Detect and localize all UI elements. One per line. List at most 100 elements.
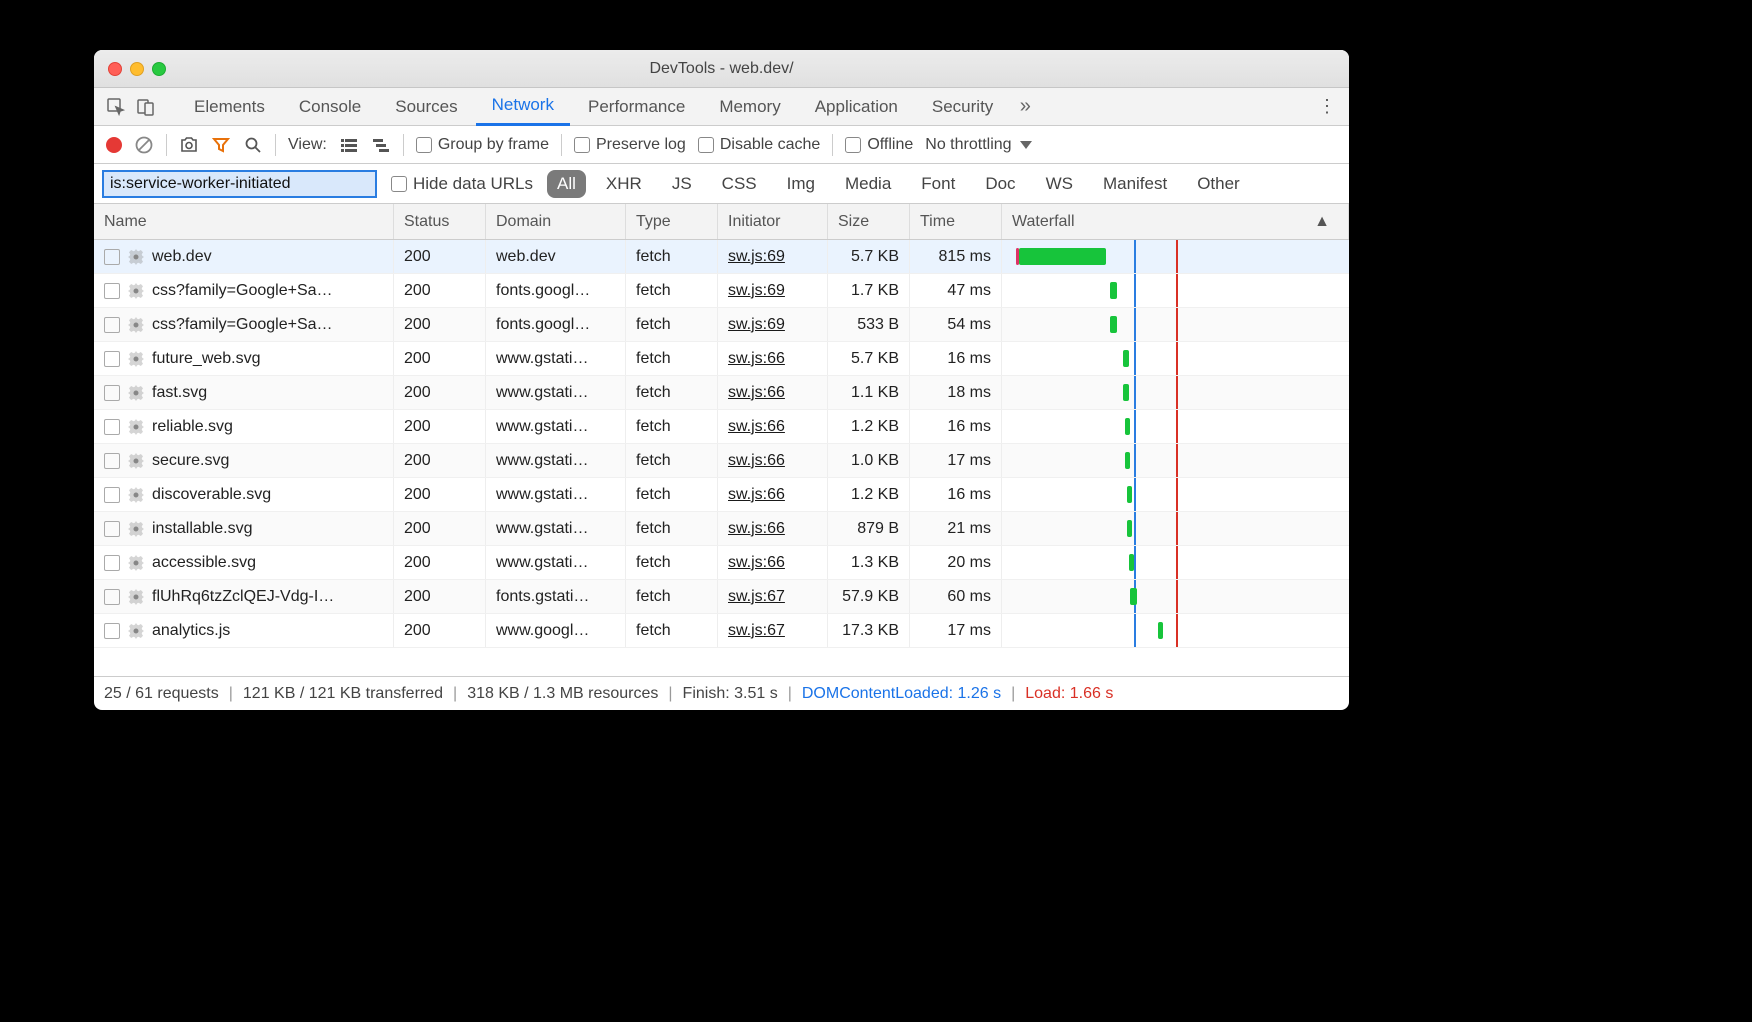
table-row[interactable]: secure.svg 200 www.gstati… fetch sw.js:6… bbox=[94, 444, 1349, 478]
filter-toggle-icon[interactable] bbox=[211, 135, 231, 155]
cell-name: analytics.js bbox=[94, 614, 394, 647]
disable-cache-checkbox[interactable]: Disable cache bbox=[698, 136, 821, 154]
row-checkbox[interactable] bbox=[104, 555, 120, 571]
panel-tab-elements[interactable]: Elements bbox=[178, 88, 281, 126]
preserve-log-checkbox[interactable]: Preserve log bbox=[574, 136, 686, 154]
row-checkbox[interactable] bbox=[104, 385, 120, 401]
initiator-link[interactable]: sw.js:66 bbox=[728, 452, 785, 470]
window-title: DevTools - web.dev/ bbox=[94, 60, 1349, 78]
filter-type-other[interactable]: Other bbox=[1187, 170, 1250, 198]
filter-type-doc[interactable]: Doc bbox=[975, 170, 1025, 198]
offline-checkbox[interactable]: Offline bbox=[845, 136, 913, 154]
cell-status: 200 bbox=[394, 580, 486, 613]
filter-type-img[interactable]: Img bbox=[777, 170, 825, 198]
cell-type: fetch bbox=[626, 478, 718, 511]
panel-tab-application[interactable]: Application bbox=[799, 88, 914, 126]
row-checkbox[interactable] bbox=[104, 623, 120, 639]
hide-data-urls-checkbox[interactable]: Hide data URLs bbox=[391, 174, 533, 194]
row-checkbox[interactable] bbox=[104, 487, 120, 503]
row-checkbox[interactable] bbox=[104, 521, 120, 537]
initiator-link[interactable]: sw.js:69 bbox=[728, 248, 785, 266]
filter-type-xhr[interactable]: XHR bbox=[596, 170, 652, 198]
waterfall-cell bbox=[1002, 478, 1349, 511]
col-size[interactable]: Size bbox=[828, 204, 910, 239]
table-row[interactable]: fast.svg 200 www.gstati… fetch sw.js:66 … bbox=[94, 376, 1349, 410]
table-row[interactable]: accessible.svg 200 www.gstati… fetch sw.… bbox=[94, 546, 1349, 580]
row-checkbox[interactable] bbox=[104, 419, 120, 435]
filter-type-font[interactable]: Font bbox=[911, 170, 965, 198]
col-waterfall[interactable]: Waterfall ▲ bbox=[1002, 204, 1349, 239]
panel-tab-console[interactable]: Console bbox=[283, 88, 377, 126]
initiator-link[interactable]: sw.js:66 bbox=[728, 350, 785, 368]
table-row[interactable]: future_web.svg 200 www.gstati… fetch sw.… bbox=[94, 342, 1349, 376]
filter-type-ws[interactable]: WS bbox=[1036, 170, 1083, 198]
col-time[interactable]: Time bbox=[910, 204, 1002, 239]
device-toolbar-icon[interactable] bbox=[132, 93, 160, 121]
panel-tab-sources[interactable]: Sources bbox=[379, 88, 473, 126]
panel-tab-security[interactable]: Security bbox=[916, 88, 1009, 126]
gear-icon bbox=[128, 351, 144, 367]
request-name: css?family=Google+Sa… bbox=[152, 282, 333, 300]
row-checkbox[interactable] bbox=[104, 589, 120, 605]
filter-type-media[interactable]: Media bbox=[835, 170, 901, 198]
filter-type-css[interactable]: CSS bbox=[712, 170, 767, 198]
row-checkbox[interactable] bbox=[104, 351, 120, 367]
filter-type-js[interactable]: JS bbox=[662, 170, 702, 198]
initiator-link[interactable]: sw.js:66 bbox=[728, 384, 785, 402]
table-row[interactable]: flUhRq6tzZclQEJ-Vdg-I… 200 fonts.gstati…… bbox=[94, 580, 1349, 614]
col-type[interactable]: Type bbox=[626, 204, 718, 239]
request-name: discoverable.svg bbox=[152, 486, 271, 504]
initiator-link[interactable]: sw.js:66 bbox=[728, 520, 785, 538]
large-rows-icon[interactable] bbox=[339, 135, 359, 155]
filter-type-manifest[interactable]: Manifest bbox=[1093, 170, 1177, 198]
more-panels-icon[interactable]: » bbox=[1011, 93, 1039, 121]
cell-time: 54 ms bbox=[910, 308, 1002, 341]
table-row[interactable]: installable.svg 200 www.gstati… fetch sw… bbox=[94, 512, 1349, 546]
initiator-link[interactable]: sw.js:66 bbox=[728, 486, 785, 504]
initiator-link[interactable]: sw.js:69 bbox=[728, 316, 785, 334]
throttling-select[interactable]: No throttling bbox=[925, 136, 1031, 154]
record-button[interactable] bbox=[106, 137, 122, 153]
cell-domain: web.dev bbox=[486, 240, 626, 273]
panel-tab-memory[interactable]: Memory bbox=[703, 88, 796, 126]
table-row[interactable]: analytics.js 200 www.googl… fetch sw.js:… bbox=[94, 614, 1349, 648]
filter-type-all[interactable]: All bbox=[547, 170, 586, 198]
filter-input[interactable] bbox=[102, 170, 377, 198]
row-checkbox[interactable] bbox=[104, 317, 120, 333]
cell-size: 5.7 KB bbox=[828, 240, 910, 273]
search-icon[interactable] bbox=[243, 135, 263, 155]
divider bbox=[832, 134, 833, 156]
panel-tab-network[interactable]: Network bbox=[476, 88, 570, 126]
col-status[interactable]: Status bbox=[394, 204, 486, 239]
table-row[interactable]: discoverable.svg 200 www.gstati… fetch s… bbox=[94, 478, 1349, 512]
table-row[interactable]: web.dev 200 web.dev fetch sw.js:69 5.7 K… bbox=[94, 240, 1349, 274]
cell-initiator: sw.js:66 bbox=[718, 342, 828, 375]
group-by-frame-checkbox[interactable]: Group by frame bbox=[416, 136, 549, 154]
table-row[interactable]: css?family=Google+Sa… 200 fonts.googl… f… bbox=[94, 274, 1349, 308]
initiator-link[interactable]: sw.js:67 bbox=[728, 588, 785, 606]
inspect-element-icon[interactable] bbox=[102, 93, 130, 121]
status-bar: 25 / 61 requests| 121 KB / 121 KB transf… bbox=[94, 676, 1349, 710]
table-row[interactable]: css?family=Google+Sa… 200 fonts.googl… f… bbox=[94, 308, 1349, 342]
divider bbox=[561, 134, 562, 156]
cell-status: 200 bbox=[394, 240, 486, 273]
clear-button[interactable] bbox=[134, 135, 154, 155]
settings-menu-icon[interactable]: ⋮ bbox=[1313, 96, 1341, 117]
row-checkbox[interactable] bbox=[104, 249, 120, 265]
col-domain[interactable]: Domain bbox=[486, 204, 626, 239]
panel-tab-performance[interactable]: Performance bbox=[572, 88, 701, 126]
col-name[interactable]: Name bbox=[94, 204, 394, 239]
initiator-link[interactable]: sw.js:66 bbox=[728, 554, 785, 572]
capture-screenshots-icon[interactable] bbox=[179, 135, 199, 155]
col-initiator[interactable]: Initiator bbox=[718, 204, 828, 239]
status-load: Load: 1.66 s bbox=[1025, 685, 1113, 703]
table-row[interactable]: reliable.svg 200 www.gstati… fetch sw.js… bbox=[94, 410, 1349, 444]
cell-time: 20 ms bbox=[910, 546, 1002, 579]
initiator-link[interactable]: sw.js:69 bbox=[728, 282, 785, 300]
row-checkbox[interactable] bbox=[104, 283, 120, 299]
overview-icon[interactable] bbox=[371, 135, 391, 155]
initiator-link[interactable]: sw.js:67 bbox=[728, 622, 785, 640]
row-checkbox[interactable] bbox=[104, 453, 120, 469]
initiator-link[interactable]: sw.js:66 bbox=[728, 418, 785, 436]
gear-icon bbox=[128, 385, 144, 401]
